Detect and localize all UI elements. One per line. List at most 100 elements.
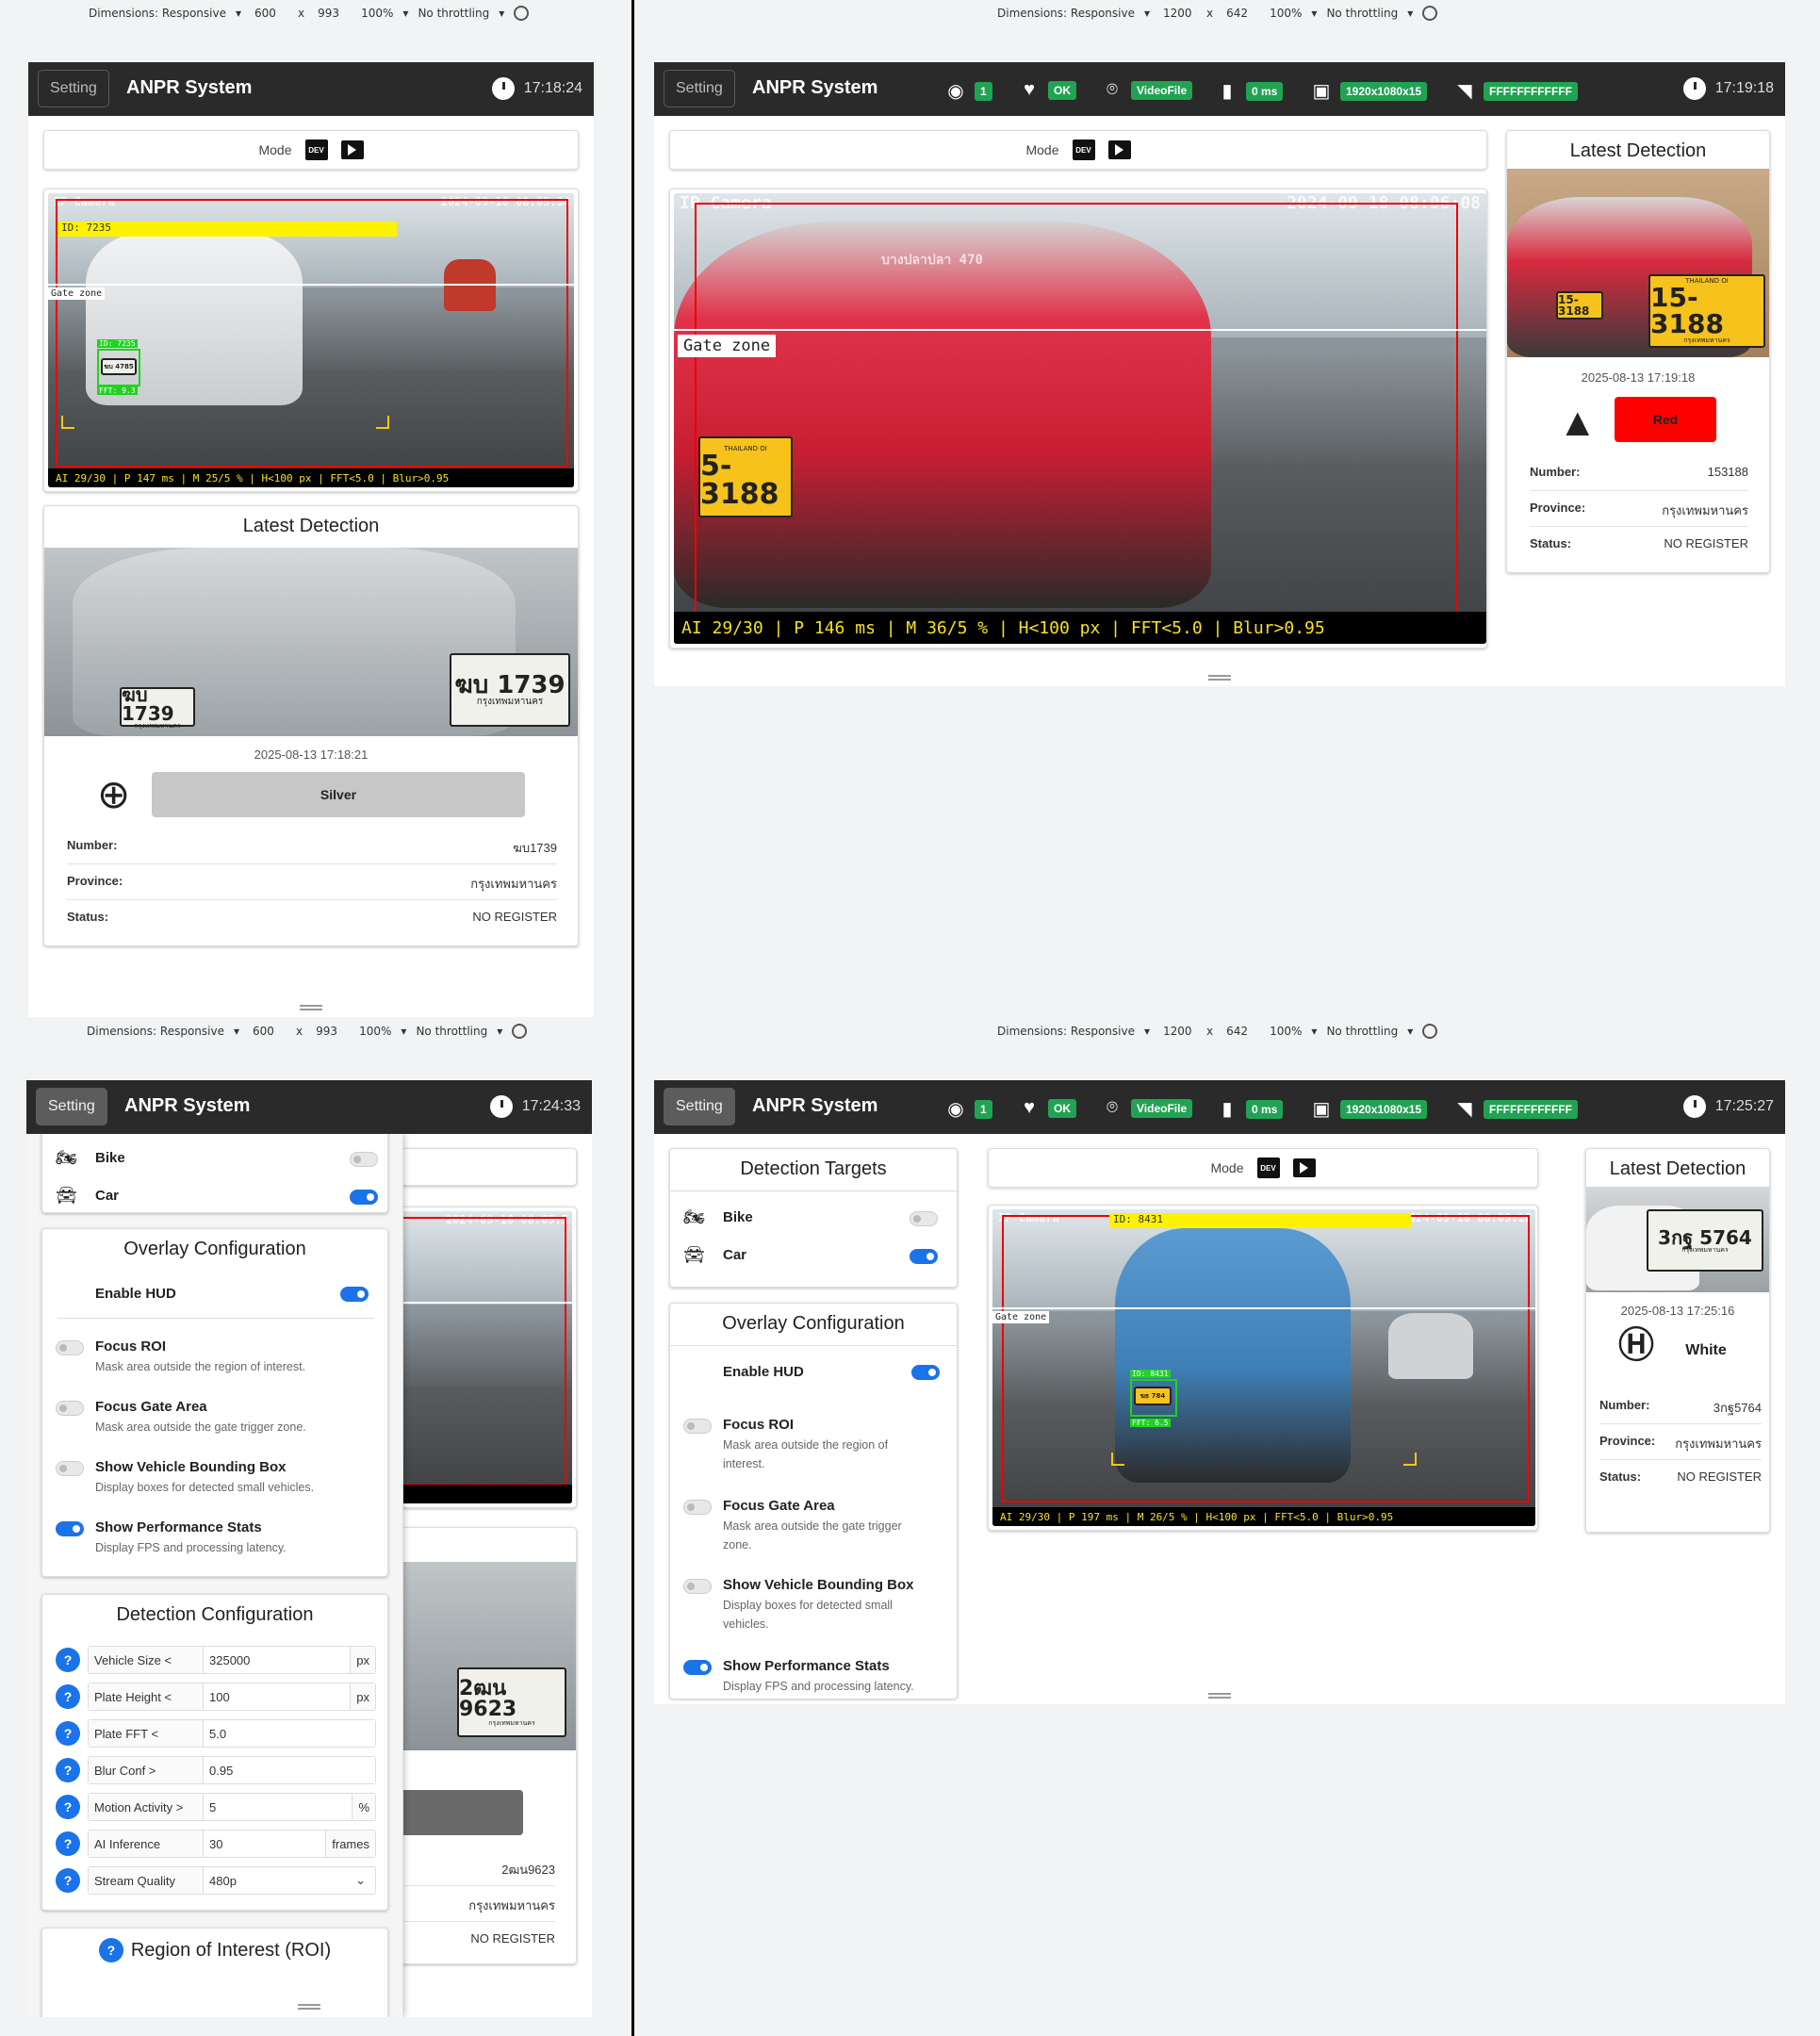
motion-input[interactable]: 5 xyxy=(204,1794,353,1820)
focus-gate-toggle[interactable] xyxy=(56,1401,84,1416)
rotate-icon[interactable] xyxy=(1422,6,1438,21)
plate-height-input[interactable]: 100 xyxy=(204,1683,352,1710)
throttle-dropdown[interactable]: No throttling xyxy=(1326,1025,1398,1038)
focus-roi-toggle[interactable] xyxy=(683,1419,712,1434)
perf-stats-desc: Display FPS and processing latency. xyxy=(95,1541,287,1554)
focus-gate-toggle[interactable] xyxy=(683,1500,712,1515)
width-input[interactable]: 600 xyxy=(251,6,288,21)
settings-drawer: 🏍︎ Bike 🚘︎ Car Overlay Configuration Ena… xyxy=(26,1134,403,2017)
mode-bar: Mode DEV xyxy=(43,130,579,170)
play-button[interactable] xyxy=(340,140,364,159)
zoom-dropdown[interactable]: 100% xyxy=(1270,1025,1302,1038)
dimensions-dropdown[interactable]: Dimensions: Responsive xyxy=(87,1025,224,1038)
width-input[interactable]: 1200 xyxy=(1159,1024,1197,1039)
heart-icon: ♥ xyxy=(1024,1097,1035,1118)
viewers-badge: 1 xyxy=(975,1099,992,1119)
car-icon: 🚘︎ xyxy=(683,1245,705,1264)
help-icon[interactable]: ? xyxy=(56,1868,80,1893)
resize-handle-bottom[interactable] xyxy=(1208,1693,1231,1699)
roi-card: ? Region of Interest (ROI) xyxy=(41,1928,388,2017)
app-header: Setting ANPR System 17:18:24 xyxy=(28,62,594,116)
vehicle-size-input[interactable]: 325000 xyxy=(204,1647,352,1673)
throttle-dropdown[interactable]: No throttling xyxy=(418,7,489,20)
viewers-status: ◉ 1 xyxy=(944,79,992,103)
detection-image: 3กฐ 5764 กรุงเทพมหานคร xyxy=(1586,1187,1769,1292)
rotate-icon[interactable] xyxy=(1422,1024,1438,1039)
camera-card: IP Camera 2024-09-18 08:06:08 บางปลาปลา … xyxy=(669,189,1487,649)
help-icon[interactable]: ? xyxy=(98,1938,123,1962)
viewport-tr: Setting ANPR System ◉ 1 ♥ OK ⌾ VideoFile ▮ 0… xyxy=(654,62,1785,686)
enable-hud-toggle[interactable] xyxy=(340,1287,369,1302)
enable-hud-toggle[interactable] xyxy=(911,1365,940,1380)
dev-mode-button[interactable]: DEV xyxy=(1072,140,1095,160)
help-icon[interactable]: ? xyxy=(56,1648,80,1672)
play-button[interactable] xyxy=(1292,1158,1316,1177)
setting-button[interactable]: Setting xyxy=(38,70,109,107)
app-header: Setting ANPR System ◉ 1 ♥ OK ⌾ VideoFile ▮ 0… xyxy=(654,1080,1785,1134)
number-label: Number: xyxy=(1530,465,1581,479)
setting-button[interactable]: Setting xyxy=(664,1088,735,1125)
roi-rectangle xyxy=(1002,1215,1530,1502)
throttle-dropdown[interactable]: No throttling xyxy=(416,1025,487,1038)
motorcycle-icon: 🏍︎ xyxy=(56,1148,77,1167)
blur-conf-input[interactable]: 0.95 xyxy=(204,1757,375,1783)
zoom-dropdown[interactable]: 100% xyxy=(1270,7,1302,20)
vehicle-plate-number: 5-3188 xyxy=(700,449,779,511)
overlay-config-card: Overlay Configuration Enable HUD Focus R… xyxy=(41,1228,388,1577)
camera-id-badge: FFFFFFFFFFFF xyxy=(1484,1099,1578,1119)
camera-id-status: ◥ FFFFFFFFFFFF xyxy=(1453,1097,1578,1121)
help-icon[interactable]: ? xyxy=(56,1795,80,1819)
width-input[interactable]: 1200 xyxy=(1159,6,1197,21)
bike-toggle[interactable] xyxy=(350,1152,378,1167)
detection-targets-card: Detection Targets 🏍︎ Bike 🚘︎ Car xyxy=(669,1148,958,1288)
dimensions-dropdown[interactable]: Dimensions: Responsive xyxy=(997,7,1135,20)
setting-button[interactable]: Setting xyxy=(36,1088,107,1125)
perf-stats-toggle[interactable] xyxy=(56,1521,84,1536)
dimensions-dropdown[interactable]: Dimensions: Responsive xyxy=(997,1025,1135,1038)
help-icon[interactable]: ? xyxy=(56,1684,80,1709)
help-icon[interactable]: ? xyxy=(56,1831,80,1856)
help-icon[interactable]: ? xyxy=(56,1758,80,1782)
stream-quality-select[interactable]: 480p ⌄ xyxy=(204,1867,375,1894)
height-input[interactable]: 993 xyxy=(314,6,352,21)
perf-stats-toggle[interactable] xyxy=(683,1660,712,1675)
times-sign: x xyxy=(1206,1025,1214,1038)
zoom-dropdown[interactable]: 100% xyxy=(359,1025,391,1038)
resize-handle-bottom[interactable] xyxy=(1208,675,1231,681)
bounding-box-toggle[interactable] xyxy=(56,1461,84,1476)
gate-zone-label: Gate zone xyxy=(48,287,106,300)
resize-handle-bottom[interactable] xyxy=(298,2004,320,2010)
height-input[interactable]: 993 xyxy=(312,1024,350,1039)
height-input[interactable]: 642 xyxy=(1222,6,1260,21)
rotate-icon[interactable] xyxy=(512,1024,528,1039)
latency-status: ▮ 0 ms xyxy=(1216,1097,1284,1121)
bike-toggle[interactable] xyxy=(910,1211,938,1226)
dev-mode-button[interactable]: DEV xyxy=(1256,1158,1280,1178)
resize-handle-bottom[interactable] xyxy=(300,1005,322,1010)
rotate-icon[interactable] xyxy=(514,6,530,21)
help-icon[interactable]: ? xyxy=(56,1721,80,1746)
motion-row: ? Motion Activity >5% xyxy=(56,1793,376,1821)
width-input[interactable]: 600 xyxy=(249,1024,287,1039)
app-header: Setting ANPR System 17:24:33 xyxy=(26,1080,592,1134)
height-input[interactable]: 642 xyxy=(1222,1024,1260,1039)
focus-roi-toggle[interactable] xyxy=(56,1340,84,1355)
zoom-dropdown[interactable]: 100% xyxy=(361,7,393,20)
box-id-tag: ID: 7235 xyxy=(97,339,138,348)
plate-fft-input[interactable]: 5.0 xyxy=(204,1720,375,1747)
car-toggle[interactable] xyxy=(910,1249,938,1264)
car-toggle[interactable] xyxy=(350,1190,378,1205)
province-value: กรุงเทพมหานคร xyxy=(468,1898,555,1913)
throttle-dropdown[interactable]: No throttling xyxy=(1326,7,1398,20)
signal-icon: ▮ xyxy=(1222,1099,1233,1120)
latest-detection-card: Latest Detection 3กฐ 5764 กรุงเทพมหานคร 2… xyxy=(1585,1148,1770,1533)
ip-pin-icon: ⌾ xyxy=(1107,79,1118,100)
dimensions-dropdown[interactable]: Dimensions: Responsive xyxy=(89,7,226,20)
bounding-box-toggle[interactable] xyxy=(683,1579,712,1594)
header-clock: 17:19:18 xyxy=(1682,77,1774,100)
play-button[interactable] xyxy=(1107,140,1131,159)
ai-inference-input[interactable]: 30 xyxy=(204,1831,327,1857)
setting-button[interactable]: Setting xyxy=(664,70,735,107)
dev-mode-button[interactable]: DEV xyxy=(304,140,328,160)
province-row: Province: กรุงเทพมหานคร xyxy=(67,874,557,900)
